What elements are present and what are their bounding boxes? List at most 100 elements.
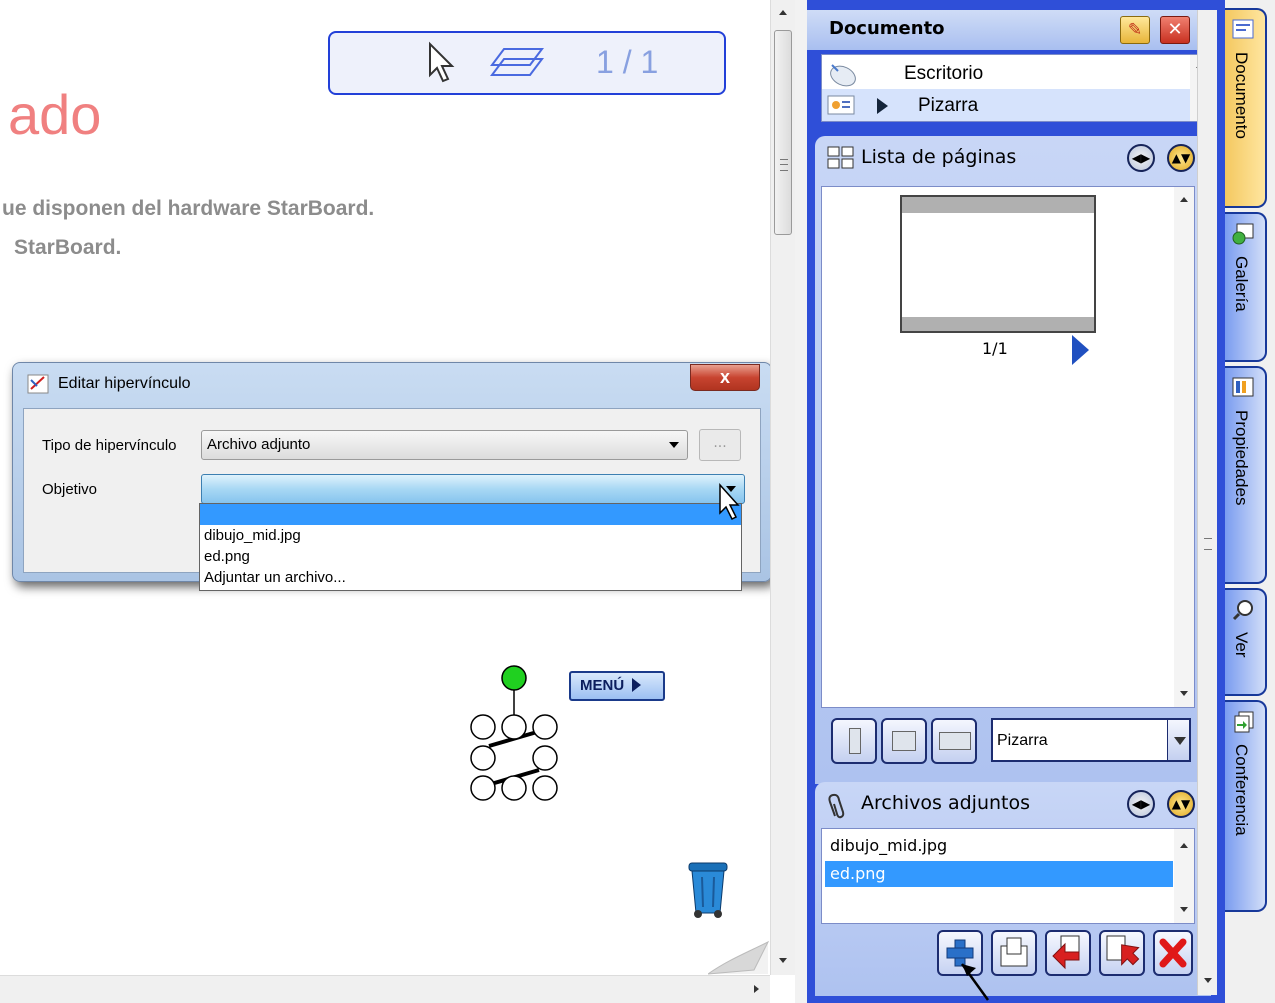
hyperlink-type-label: Tipo de hipervínculo	[42, 437, 177, 454]
delete-icon	[1159, 938, 1187, 968]
mouse-icon	[826, 61, 860, 91]
tab-propiedades[interactable]: Propiedades	[1225, 366, 1267, 584]
page-heading-fragment: ado	[8, 83, 102, 146]
document-tree: Escritorio Pizarra	[821, 54, 1211, 122]
attachments-scrollbar[interactable]	[1174, 829, 1194, 923]
save-attachment-icon	[1052, 935, 1080, 970]
scroll-up-arrow-icon[interactable]	[1180, 197, 1188, 202]
scroll-down-arrow-icon[interactable]	[1180, 907, 1188, 912]
thumbnail-source-value: Pizarra	[997, 732, 1048, 749]
thumbnail-header-bar	[902, 197, 1094, 213]
delete-attachment-button[interactable]	[1153, 930, 1193, 976]
menu-button-label: MENÚ	[580, 677, 625, 694]
browse-button[interactable]: ...	[699, 429, 741, 461]
tree-item-label: Escritorio	[904, 63, 984, 84]
tab-galeria[interactable]: Galería	[1225, 212, 1267, 362]
dropdown-option[interactable]: dibujo_mid.jpg	[200, 525, 741, 546]
dropdown-button[interactable]	[1167, 720, 1189, 760]
scroll-up-arrow-icon[interactable]	[1180, 843, 1188, 848]
expand-collapse-icon[interactable]: ◀▶	[1127, 144, 1155, 172]
dropdown-option[interactable]	[200, 504, 741, 525]
scroll-up-arrow-icon[interactable]	[779, 10, 787, 15]
magnifier-icon	[1231, 598, 1257, 626]
scroll-down-arrow-icon[interactable]	[1204, 978, 1212, 983]
body-text-line-2: StarBoard.	[14, 236, 122, 259]
properties-icon	[1231, 376, 1257, 404]
dropdown-option[interactable]: ed.png	[200, 546, 741, 567]
whiteboard-icon	[826, 93, 856, 121]
arrow-cursor-icon	[958, 960, 998, 1003]
document-icon	[1231, 18, 1257, 46]
expand-arrow-icon[interactable]	[877, 98, 888, 114]
tab-ver[interactable]: Ver	[1225, 588, 1267, 696]
document-panel: Documento ✎ ✕ Escritorio Pizarra Lista d…	[807, 0, 1225, 1003]
next-page-arrow-icon[interactable]	[1072, 335, 1089, 365]
gallery-icon	[1231, 222, 1257, 250]
chevron-down-icon	[669, 442, 679, 448]
splitter[interactable]	[795, 0, 807, 1003]
pin-icon[interactable]: ✎	[1120, 16, 1150, 44]
object-selection-handles[interactable]	[469, 660, 569, 808]
canvas-horizontal-scrollbar[interactable]	[0, 975, 770, 1003]
tree-item-escritorio[interactable]: Escritorio	[822, 57, 1192, 89]
page-list-icon	[827, 146, 855, 174]
scroll-down-arrow-icon[interactable]	[1180, 691, 1188, 696]
scrollbar-thumb[interactable]	[774, 30, 792, 235]
medium-thumbnail-view-button[interactable]	[881, 718, 927, 764]
attachments-list: dibujo_mid.jpg ed.png	[821, 828, 1195, 924]
conference-icon	[1231, 710, 1257, 738]
trash-icon[interactable]	[686, 857, 730, 923]
pointer-icon[interactable]	[426, 41, 458, 89]
thumbnail-footer-bar	[902, 317, 1094, 331]
page-thumbnail-label: 1/1	[982, 339, 1008, 358]
thumbnail-source-select[interactable]: Pizarra	[991, 718, 1191, 762]
large-thumbnail-icon	[939, 732, 971, 750]
hyperlink-type-value: Archivo adjunto	[207, 436, 311, 453]
collapse-section-icon[interactable]: ▲▼	[1167, 144, 1195, 172]
export-attachment-button[interactable]	[1099, 930, 1145, 976]
panel-vertical-scrollbar[interactable]	[1197, 10, 1217, 995]
body-text-line-1: ue disponen del hardware StarBoard.	[2, 197, 375, 220]
thumbnails-scrollbar[interactable]	[1174, 187, 1194, 707]
page-curl-icon[interactable]	[706, 940, 770, 975]
tree-item-pizarra[interactable]: Pizarra	[822, 89, 1192, 121]
layers-icon[interactable]	[490, 45, 544, 85]
tab-conferencia[interactable]: Conferencia	[1225, 700, 1267, 912]
scroll-right-arrow-icon[interactable]	[754, 985, 759, 993]
expand-collapse-icon[interactable]: ◀▶	[1127, 790, 1155, 818]
dialog-close-button[interactable]: x	[690, 364, 760, 391]
panel-title: Documento	[829, 18, 945, 39]
tab-documento[interactable]: Documento	[1225, 8, 1267, 208]
page-thumbnails-list: 1/1	[821, 186, 1195, 708]
large-thumbnail-view-button[interactable]	[931, 718, 977, 764]
play-icon	[632, 678, 642, 692]
attachment-item[interactable]: dibujo_mid.jpg	[825, 833, 1173, 859]
target-dropdown-list: dibujo_mid.jpg ed.png Adjuntar un archiv…	[199, 503, 742, 591]
chevron-down-icon	[1174, 737, 1186, 745]
target-select[interactable]	[201, 474, 745, 504]
menu-button[interactable]: MENÚ	[569, 671, 665, 701]
hyperlink-type-select[interactable]: Archivo adjunto	[201, 430, 688, 460]
page-thumbnail[interactable]	[900, 195, 1096, 333]
single-column-icon	[849, 728, 861, 754]
dropdown-option[interactable]: Adjuntar un archivo...	[200, 567, 741, 588]
target-label: Objetivo	[42, 481, 98, 498]
dialog-title: Editar hipervínculo	[58, 375, 191, 392]
grip-icon	[780, 159, 788, 171]
canvas-vertical-scrollbar[interactable]	[770, 0, 795, 975]
tab-label: Galería	[1232, 256, 1251, 312]
thumbnail-view-toolbar: Pizarra	[821, 712, 1201, 774]
scroll-down-arrow-icon[interactable]	[779, 958, 787, 963]
attachment-item[interactable]: ed.png	[825, 861, 1173, 887]
close-icon[interactable]: ✕	[1160, 16, 1190, 44]
collapse-section-icon[interactable]: ▲▼	[1167, 790, 1195, 818]
page-navigation-toolbar: 1 / 1	[328, 31, 726, 95]
panel-header: Documento ✎ ✕	[807, 10, 1217, 50]
save-attachment-button[interactable]	[1045, 930, 1091, 976]
tree-item-label: Pizarra	[918, 95, 979, 116]
single-column-view-button[interactable]	[831, 718, 877, 764]
tab-label: Propiedades	[1232, 410, 1251, 506]
document-icon	[1000, 937, 1028, 967]
medium-thumbnail-icon	[892, 731, 916, 751]
tab-label: Ver	[1232, 632, 1251, 658]
